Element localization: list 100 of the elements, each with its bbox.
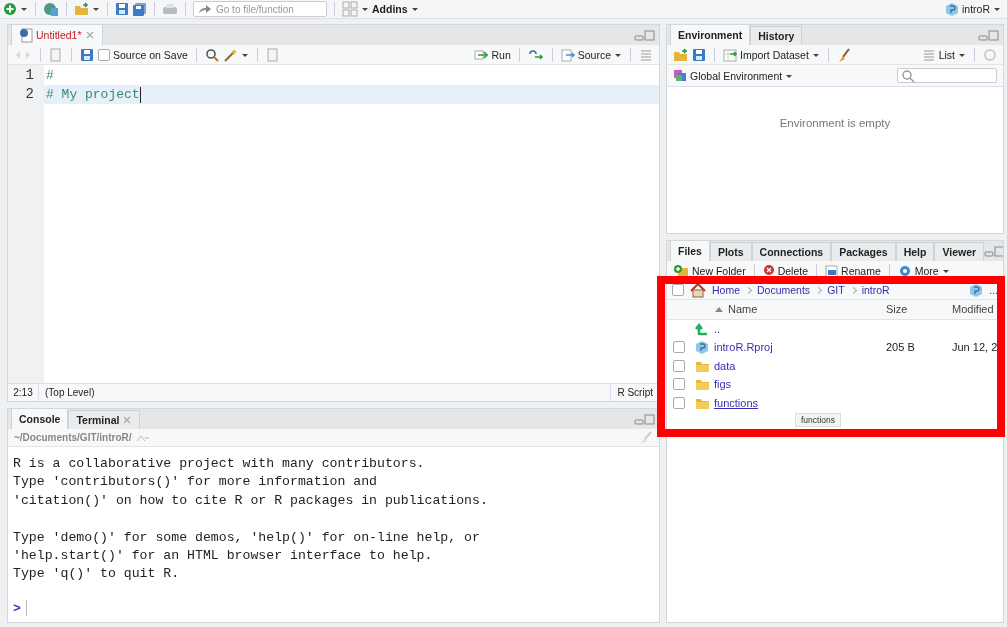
back-forward-icon[interactable] <box>14 48 32 61</box>
save-icon[interactable] <box>692 47 706 62</box>
line-number: 1 <box>24 66 35 85</box>
scope-menu[interactable]: (Top Level) <box>39 387 95 398</box>
minimize-maximize-icon[interactable] <box>978 29 999 41</box>
caret-icon <box>785 72 794 79</box>
checkbox[interactable] <box>672 378 685 391</box>
code-comment: # My project <box>46 86 140 104</box>
search-icon[interactable] <box>204 47 219 62</box>
file-link[interactable]: functions <box>714 396 886 409</box>
tab[interactable]: Viewer <box>934 242 985 261</box>
addins-menu[interactable]: Addins <box>372 3 419 15</box>
notebook-icon[interactable] <box>265 47 278 62</box>
toolbar-button[interactable]: New Folder <box>673 263 746 278</box>
checkbox[interactable] <box>672 341 685 354</box>
working-directory: ~/Documents/GIT/introR/ <box>14 432 132 443</box>
up-arrow-icon <box>694 321 710 336</box>
source-on-save-checkbox[interactable]: Source on Save <box>98 48 188 61</box>
file-link[interactable]: introR.Rproj <box>714 341 886 354</box>
run-button[interactable]: Run <box>474 47 511 62</box>
checkbox[interactable] <box>98 48 110 61</box>
file-link[interactable]: .. <box>714 322 886 335</box>
line-number: 2 <box>24 85 35 104</box>
search-icon <box>901 68 915 83</box>
caret-icon <box>993 6 1001 12</box>
caret-icon[interactable] <box>240 51 249 58</box>
code-comment: # <box>46 67 54 85</box>
console-prompt: > <box>13 600 21 616</box>
outline-icon[interactable] <box>639 47 653 62</box>
r-project-icon[interactable] <box>969 282 984 298</box>
caret-icon[interactable] <box>20 6 28 12</box>
broom-icon[interactable] <box>836 47 851 62</box>
list-icon <box>921 47 936 62</box>
column-header[interactable]: Modified <box>952 303 1003 316</box>
sort-ascending-icon <box>714 305 724 314</box>
r-project-icon <box>694 340 710 355</box>
console-output: R is a collaborative project with many contributors. <box>13 455 426 473</box>
goto-field[interactable]: Go to file/function <box>193 1 327 17</box>
caret-icon <box>811 51 820 58</box>
column-header[interactable]: Size <box>886 303 952 316</box>
r-file-icon <box>19 27 33 43</box>
tab[interactable]: Connections <box>751 242 832 261</box>
cursor-position: 2:13 <box>8 384 39 401</box>
r-project-icon <box>945 1 959 17</box>
new-project-icon[interactable] <box>43 2 59 16</box>
close-icon[interactable] <box>122 415 133 425</box>
tab[interactable]: Help <box>895 242 935 261</box>
more-button[interactable]: ... <box>989 284 998 296</box>
tab[interactable]: History <box>750 26 803 45</box>
save-icon[interactable] <box>115 2 129 16</box>
rerun-icon[interactable] <box>527 48 544 61</box>
environment-icon <box>673 69 687 82</box>
tab[interactable]: Console <box>11 409 69 429</box>
project-menu[interactable]: introR <box>945 1 1001 17</box>
breadcrumb-link[interactable]: GIT <box>827 284 845 296</box>
minimize-maximize-icon[interactable] <box>634 29 655 41</box>
tab[interactable]: Plots <box>709 242 752 261</box>
console-output: Type 'q()' to quit R. <box>13 565 181 584</box>
toolbar-button[interactable]: Delete <box>762 263 809 278</box>
file-link[interactable]: data <box>714 359 886 372</box>
caret-icon <box>614 51 622 58</box>
print-icon[interactable] <box>162 2 178 16</box>
tab[interactable]: Environment <box>670 25 751 45</box>
save-icon[interactable] <box>80 47 94 62</box>
clear-console-icon[interactable] <box>638 430 653 445</box>
console-output: 'citation()' on how to cite R or R packages in publications. <box>13 491 489 510</box>
breadcrumb-link[interactable]: Documents <box>757 284 811 296</box>
tab[interactable]: Untitled1* <box>11 25 103 45</box>
magic-wand-icon[interactable] <box>222 47 237 62</box>
checkbox[interactable] <box>672 396 685 409</box>
open-folder-icon[interactable] <box>673 47 688 62</box>
file-type-menu[interactable]: R Script <box>610 384 659 401</box>
toolbar-button[interactable]: More <box>897 263 950 278</box>
checkbox[interactable] <box>672 284 684 296</box>
minimize-maximize-icon[interactable] <box>984 245 1003 257</box>
save-all-icon[interactable] <box>132 1 147 17</box>
column-header[interactable]: Name <box>714 303 886 316</box>
arrow-icon <box>198 3 212 15</box>
import-dataset-menu[interactable]: Import Dataset <box>723 47 820 62</box>
home-icon[interactable] <box>690 282 706 298</box>
caret-icon[interactable] <box>361 6 369 12</box>
console-output: Type 'contributors()' for more information and <box>13 473 379 492</box>
view-menu[interactable]: List <box>921 47 966 62</box>
minimize-maximize-icon[interactable] <box>634 413 655 425</box>
caret-icon <box>410 6 419 12</box>
breadcrumb-link[interactable]: introR <box>861 284 890 296</box>
source-button[interactable]: Source <box>560 47 622 62</box>
tab[interactable]: Packages <box>831 242 896 261</box>
checkbox[interactable] <box>672 359 685 372</box>
tab[interactable]: Files <box>670 241 710 261</box>
caret-icon[interactable] <box>92 6 100 12</box>
show-in-window-icon[interactable] <box>49 47 63 62</box>
toolbar-button[interactable]: Rename <box>825 263 881 278</box>
file-link[interactable]: figs <box>714 378 886 391</box>
breadcrumb-link[interactable]: Home <box>712 284 740 296</box>
caret-icon <box>958 51 966 58</box>
tab[interactable]: Terminal <box>68 410 141 429</box>
table-cell-text: Jun 12, 2 <box>952 341 999 354</box>
search-field[interactable] <box>897 68 997 83</box>
close-icon[interactable] <box>84 30 95 40</box>
